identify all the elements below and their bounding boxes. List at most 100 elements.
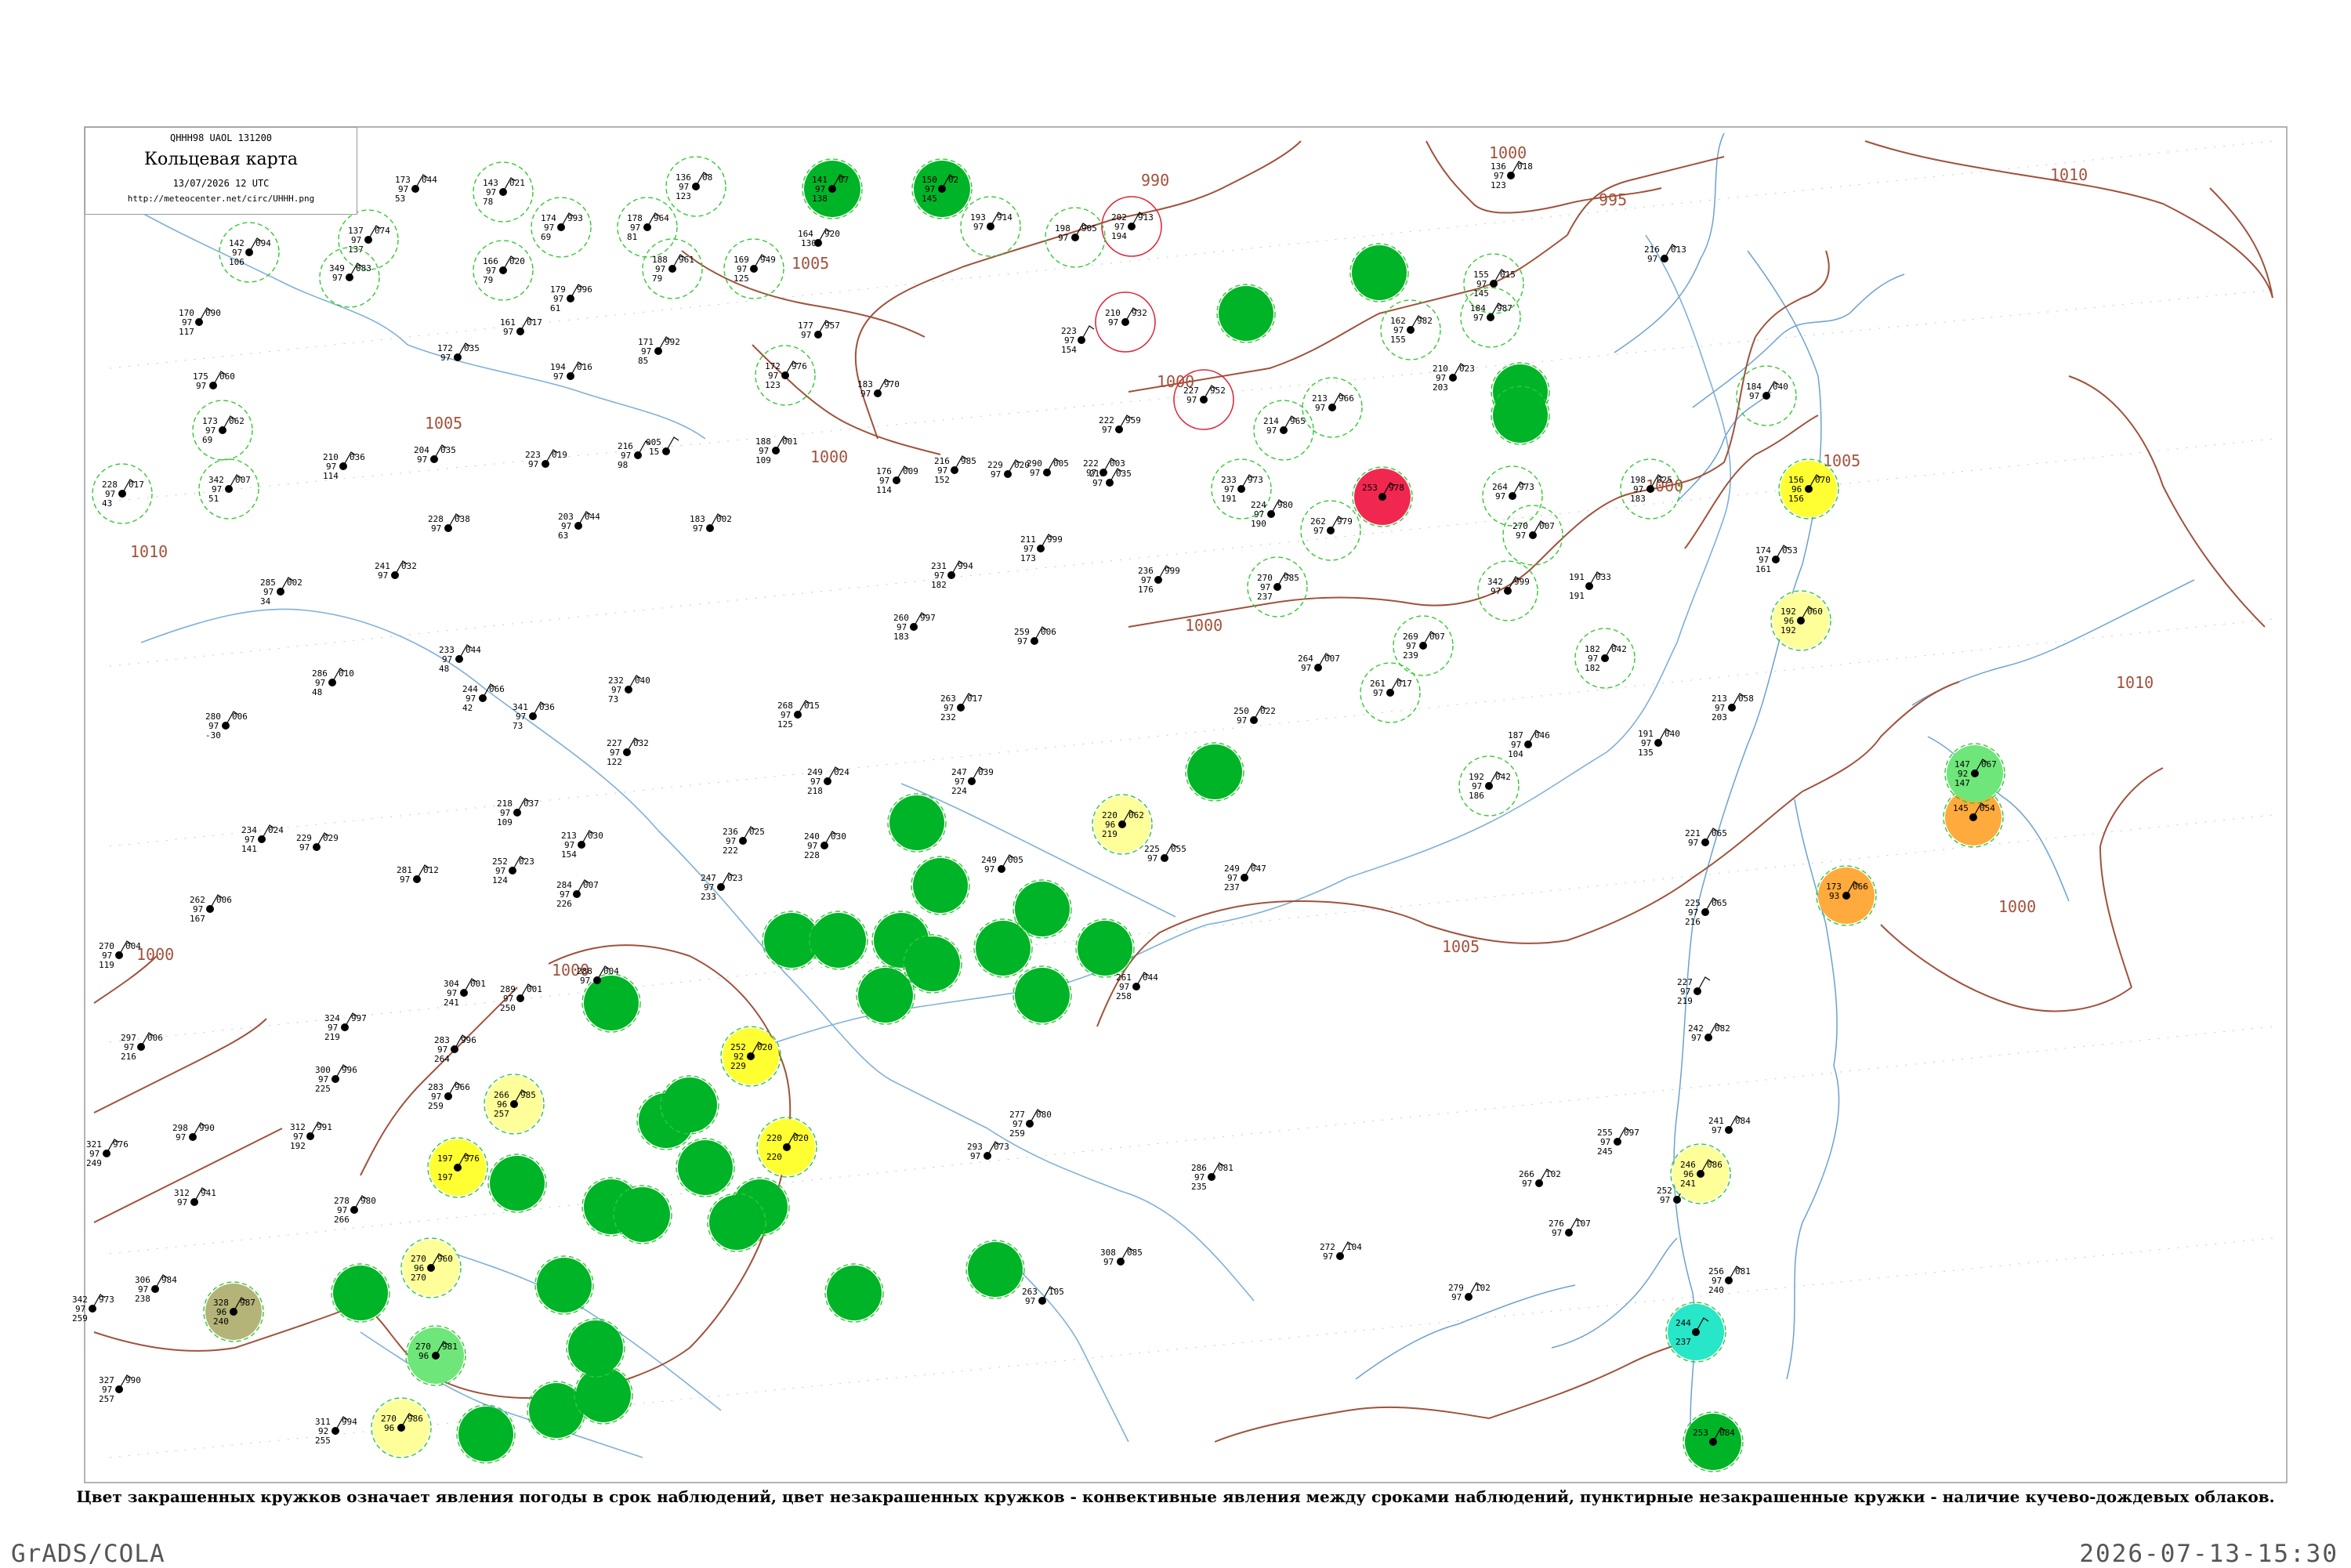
pressure-value: 033 — [1596, 572, 1611, 582]
dewpoint-value: 98 — [618, 460, 628, 470]
temp-value: 220 — [766, 1133, 782, 1143]
footer-software: GrADS/COLA — [11, 1540, 165, 1568]
dewpoint-value: 191 — [1569, 591, 1585, 601]
pressure-value: 004 — [603, 966, 619, 976]
pressure-value: 981 — [442, 1342, 458, 1352]
temp-value: 197 — [437, 1153, 453, 1164]
dewpoint-value: 264 — [434, 1054, 450, 1064]
dewpoint-value: 257 — [99, 1394, 114, 1404]
dewpoint-value: 114 — [323, 471, 339, 481]
visibility-value: 97 — [973, 222, 984, 232]
pressure-value: 042 — [1611, 644, 1627, 654]
dewpoint-value: 237 — [1675, 1337, 1691, 1347]
weather-circle-green — [568, 1320, 623, 1375]
visibility-value: 97 — [984, 864, 994, 875]
dewpoint-value: 216 — [121, 1052, 136, 1062]
pressure-value: 035 — [1116, 469, 1132, 479]
visibility-value: 97 — [1552, 1228, 1562, 1238]
pressure-value: 025 — [749, 827, 765, 837]
dewpoint-value: 218 — [807, 786, 823, 796]
visibility-value: 97 — [176, 1132, 186, 1143]
pressure-value: 985 — [1284, 573, 1299, 583]
pressure-value: 002 — [716, 514, 732, 524]
visibility-value: 97 — [860, 389, 871, 399]
dewpoint-value: 203 — [1712, 712, 1727, 722]
dewpoint-value: 48 — [312, 687, 322, 697]
dewpoint-value: 229 — [730, 1061, 746, 1071]
visibility-value: 97 — [1058, 233, 1068, 243]
visibility-value: 97 — [1451, 1292, 1462, 1302]
dewpoint-value: 154 — [561, 849, 577, 860]
visibility-value: 97 — [440, 353, 451, 363]
pressure-value: 016 — [577, 362, 592, 372]
pressure-value: 044 — [465, 645, 481, 655]
isobar-label: 1010 — [130, 542, 168, 561]
dewpoint-value: 219 — [324, 1032, 340, 1042]
pressure-value: 979 — [1337, 516, 1353, 527]
pressure-value: 996 — [461, 1035, 476, 1045]
dewpoint-value: 109 — [755, 455, 771, 465]
visibility-value: 97 — [1086, 468, 1096, 478]
dewpoint-value: 255 — [315, 1436, 331, 1446]
pressure-value: 024 — [834, 767, 849, 777]
pressure-value: 001 — [527, 984, 542, 994]
pressure-value: 017 — [527, 317, 542, 328]
pressure-value: 097 — [1624, 1128, 1639, 1138]
visibility-value: 97 — [332, 273, 342, 283]
dewpoint-value: 241 — [1680, 1179, 1696, 1189]
pressure-value: 030 — [588, 831, 603, 841]
map-header: QHHH98 UAOL 131200 Кольцевая карта 13/07… — [85, 127, 357, 215]
pressure-value: 054 — [1980, 803, 1995, 813]
visibility-value: 97 — [1315, 403, 1325, 413]
pressure-value: 978 — [1389, 483, 1404, 493]
dewpoint-value: 266 — [334, 1215, 350, 1225]
pressure-value: 006 — [1041, 627, 1056, 637]
pressure-value: 083 — [356, 263, 371, 273]
dewpoint-value: 240 — [213, 1316, 229, 1327]
pressure-value: 006 — [147, 1033, 163, 1043]
visibility-value: 97 — [1092, 478, 1103, 488]
pressure-value: 023 — [727, 873, 743, 883]
dewpoint-value: 73 — [608, 694, 618, 704]
weather-circle-green — [858, 968, 913, 1023]
dewpoint-value: 186 — [1469, 791, 1484, 801]
dewpoint-value: 250 — [500, 1003, 516, 1013]
dewpoint-value: 194 — [1111, 231, 1127, 241]
pressure-value: 107 — [1575, 1219, 1591, 1229]
isobar-label: 1005 — [1823, 451, 1860, 470]
visibility-value: 97 — [1147, 853, 1157, 864]
pressure-value: 082 — [1715, 1023, 1730, 1034]
pressure-value: 964 — [654, 213, 669, 223]
pressure-value: 960 — [437, 1254, 453, 1264]
pressure-value: 023 — [1459, 364, 1475, 374]
dewpoint-value: 167 — [190, 914, 205, 924]
dewpoint-value: 69 — [202, 435, 212, 445]
pressure-value: 980 — [360, 1196, 376, 1206]
isobar-label: 995 — [1599, 190, 1627, 209]
dewpoint-value: 73 — [513, 721, 523, 731]
pressure-value: 065 — [1712, 898, 1727, 908]
pressure-value: 003 — [1110, 458, 1125, 469]
dewpoint-value: 109 — [497, 817, 513, 827]
visibility-value: 97 — [1491, 586, 1501, 596]
dewpoint-value: 119 — [99, 960, 114, 970]
pressure-value: 047 — [1251, 864, 1266, 874]
dewpoint-value: 42 — [462, 703, 473, 713]
pressure-value: 032 — [401, 561, 417, 571]
pressure-value: 044 — [422, 175, 437, 185]
pressure-value: 976 — [113, 1139, 129, 1150]
weather-circle-green — [905, 936, 960, 991]
weather-circle-green — [764, 913, 819, 968]
pressure-value: 994 — [958, 561, 973, 571]
pressure-value: 085 — [1127, 1248, 1143, 1258]
weather-circle-green — [976, 921, 1031, 976]
dewpoint-value: 147 — [1954, 778, 1970, 788]
visibility-value: 130 — [801, 238, 817, 248]
pressure-value: 999 — [1165, 566, 1180, 576]
weather-circle-green — [529, 1383, 584, 1438]
pressure-value: 007 — [583, 880, 599, 890]
footer-timestamp: 2026-07-13-15:30 — [2079, 1540, 2338, 1568]
pressure-value: 058 — [1738, 693, 1754, 704]
dewpoint-value: 104 — [1508, 749, 1523, 759]
pressure-value: 105 — [1049, 1287, 1064, 1297]
